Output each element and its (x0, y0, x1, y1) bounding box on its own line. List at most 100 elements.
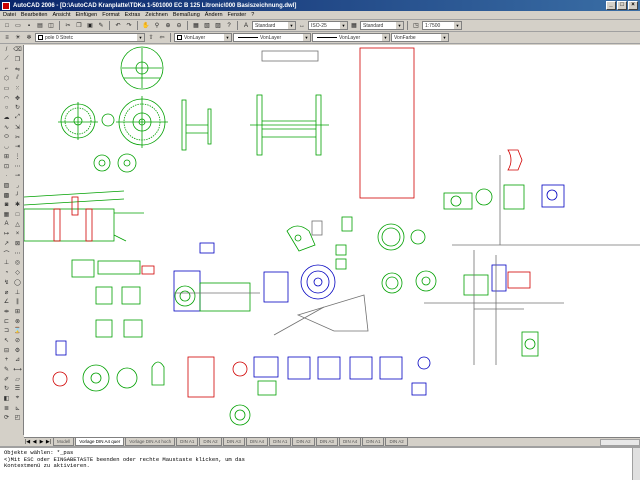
menu-format[interactable]: Format (102, 12, 119, 18)
osnap-quadrant-icon[interactable]: ◇ (12, 268, 23, 278)
lineweight-combo[interactable]: VonLayer ▼ (312, 33, 390, 42)
osnap-insert-icon[interactable]: ⊞ (12, 307, 23, 317)
open-icon[interactable]: ▭ (13, 21, 23, 31)
polygon-icon[interactable]: ⬡ (1, 74, 12, 84)
tab-layout[interactable]: DIN A1 (362, 438, 385, 446)
osnap-extension-icon[interactable]: ⋯ (12, 248, 23, 258)
layer-previous-icon[interactable]: ⇦ (157, 33, 167, 43)
join-icon[interactable]: ⊸ (12, 171, 23, 181)
lightbulb-icon[interactable]: ☀ (13, 33, 23, 43)
redo-icon[interactable]: ↷ (124, 21, 134, 31)
menu-datei[interactable]: Datei (3, 12, 16, 18)
osnap-midpoint-icon[interactable]: △ (12, 219, 23, 229)
gradient-icon[interactable]: ▩ (1, 190, 12, 200)
osnap-none-icon[interactable]: ⊘ (12, 336, 23, 346)
tolerance-icon[interactable]: ⊟ (1, 345, 12, 355)
first-tab-icon[interactable]: |◀ (24, 438, 31, 446)
tab-layout[interactable]: DIN A1 (176, 438, 199, 446)
osnap-center-icon[interactable]: ◎ (12, 258, 23, 268)
tab-vorlage-a4-quer[interactable]: Vorlage DIN A4 quer (75, 438, 125, 446)
move-icon[interactable]: ✥ (12, 93, 23, 103)
last-tab-icon[interactable]: ▶| (45, 438, 52, 446)
dimdiameter-icon[interactable]: ⌀ (1, 287, 12, 297)
next-tab-icon[interactable]: ▶ (38, 438, 45, 446)
revcloud-icon[interactable]: ☁ (1, 113, 12, 123)
prev-tab-icon[interactable]: ◀ (31, 438, 38, 446)
tab-layout[interactable]: DIN A4 (338, 438, 362, 446)
tab-layout[interactable]: DIN A2 (292, 438, 315, 446)
tab-layout[interactable]: DIN A1 (269, 438, 292, 446)
menu-ansicht[interactable]: Ansicht (52, 12, 70, 18)
osnap-intersection-icon[interactable]: × (12, 229, 23, 239)
offset-icon[interactable]: ⫽ (12, 74, 23, 84)
tab-layout[interactable]: DIN A2 (199, 438, 222, 446)
scale-combo[interactable]: 1:7500 ▼ (422, 21, 462, 30)
mtext-icon[interactable]: A (1, 219, 12, 229)
tab-layout[interactable]: DIN A3 (315, 438, 338, 446)
trim-icon[interactable]: ✂ (12, 132, 23, 142)
make-current-icon[interactable]: ⇧ (146, 33, 156, 43)
layer-manager-icon[interactable]: ≡ (2, 33, 12, 43)
properties-icon[interactable]: ▦ (191, 21, 201, 31)
zoom-window-icon[interactable]: ⊕ (163, 21, 173, 31)
toolpalette-icon[interactable]: ▨ (213, 21, 223, 31)
view-icon[interactable]: ◰ (12, 413, 23, 423)
undo-icon[interactable]: ↶ (113, 21, 123, 31)
designcenter-icon[interactable]: ▧ (202, 21, 212, 31)
viewport-icon[interactable]: ◳ (411, 21, 421, 31)
polyline-icon[interactable]: ⌐ (1, 64, 12, 74)
point-icon[interactable]: · (1, 171, 12, 181)
dimstyle-icon[interactable]: ↔ (297, 21, 307, 31)
ellipse-icon[interactable]: ⬭ (1, 132, 12, 142)
fillet-icon[interactable]: ╯ (12, 190, 23, 200)
id-point-icon[interactable]: ⌖ (12, 394, 23, 404)
ellipse-arc-icon[interactable]: ◡ (1, 142, 12, 152)
command-window[interactable]: Objekte wählen: *_pas <)Mit ESC oder EIN… (0, 446, 640, 480)
tablestyle-combo[interactable]: Standard ▼ (360, 21, 404, 30)
menu-fenster[interactable]: Fenster (228, 12, 247, 18)
menu-aendern[interactable]: Ändern (205, 12, 223, 18)
line-icon[interactable]: / (1, 45, 12, 55)
tab-modell[interactable]: Modell (53, 438, 75, 446)
dimupdate-icon[interactable]: ↻ (1, 384, 12, 394)
osnap-settings-icon[interactable]: ⚙ (12, 345, 23, 355)
menu-extras[interactable]: Extras (125, 12, 141, 18)
plotstyle-combo[interactable]: VonFarbe ▼ (391, 33, 449, 42)
chamfer-icon[interactable]: ⌟ (12, 181, 23, 191)
make-block-icon[interactable]: ⊡ (1, 161, 12, 171)
osnap-endpoint-icon[interactable]: □ (12, 210, 23, 220)
copy-object-icon[interactable]: ❐ (12, 55, 23, 65)
dimordinate-icon[interactable]: ⊥ (1, 258, 12, 268)
region-icon[interactable]: ◙ (1, 200, 12, 210)
construction-line-icon[interactable]: ⟋ (1, 55, 12, 65)
textstyle-icon[interactable]: A (241, 21, 251, 31)
osnap-nearest-icon[interactable]: ⌛ (12, 326, 23, 336)
table-icon[interactable]: ▦ (1, 210, 12, 220)
color-combo[interactable]: VonLayer ▼ (174, 33, 232, 42)
tab-layout[interactable]: DIN A4 (245, 438, 269, 446)
dimjogged-icon[interactable]: ↯ (1, 278, 12, 288)
paste-icon[interactable]: ▣ (85, 21, 95, 31)
preview-icon[interactable]: ◫ (46, 21, 56, 31)
matchprop-icon[interactable]: ✎ (96, 21, 106, 31)
osnap-node-icon[interactable]: ⊗ (12, 316, 23, 326)
menu-zeichnen[interactable]: Zeichnen (145, 12, 168, 18)
redraw-icon[interactable]: ⟳ (1, 413, 12, 423)
insert-block-icon[interactable]: ⊞ (1, 152, 12, 162)
hatch-icon[interactable]: ▨ (1, 181, 12, 191)
tab-vorlage-a4-hoch[interactable]: Vorlage DIN A4 hoch (125, 438, 176, 446)
drawing-area[interactable] (24, 45, 640, 437)
rotate-icon[interactable]: ↻ (12, 103, 23, 113)
cut-icon[interactable]: ✂ (63, 21, 73, 31)
area-icon[interactable]: ▱ (12, 374, 23, 384)
explode-icon[interactable]: ✱ (12, 200, 23, 210)
break-icon[interactable]: ⋯ (12, 161, 23, 171)
dimlinear-icon[interactable]: ↦ (1, 229, 12, 239)
dimedit-icon[interactable]: ✎ (1, 365, 12, 375)
measure-icon[interactable]: ⊿ (12, 355, 23, 365)
distance-icon[interactable]: ⟷ (12, 365, 23, 375)
stretch-icon[interactable]: ⇲ (12, 123, 23, 133)
dimarc-icon[interactable]: ⌒ (1, 248, 12, 258)
close-button[interactable]: × (628, 1, 638, 10)
dimaligned-icon[interactable]: ↗ (1, 239, 12, 249)
